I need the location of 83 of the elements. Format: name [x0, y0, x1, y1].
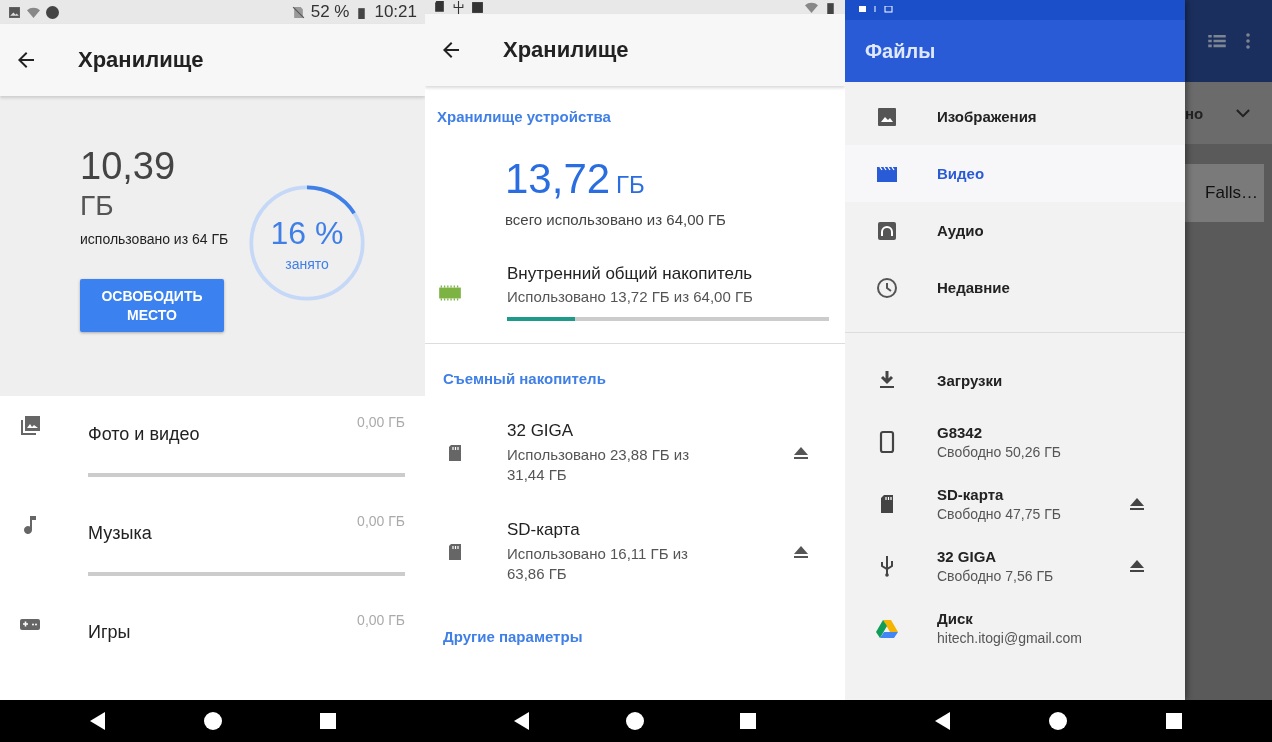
- section-header[interactable]: Другие параметры: [443, 628, 829, 645]
- usage-caption: занято: [285, 255, 329, 272]
- home-icon[interactable]: [1048, 711, 1069, 731]
- screen-title: Хранилище: [78, 47, 204, 73]
- location-detail: Свободно 7,56 ГБ: [937, 568, 1054, 584]
- category-row[interactable]: Музыка 0,00 ГБ: [18, 513, 405, 576]
- category-size: 0,00 ГБ: [357, 414, 405, 430]
- no-sim-icon: [291, 5, 305, 19]
- section-header: Съемный накопитель: [443, 370, 607, 387]
- category-row[interactable]: Игры 0,00 ГБ: [18, 612, 405, 643]
- clock: 10:21: [374, 2, 417, 22]
- wifi-icon: [27, 5, 40, 19]
- usb-icon: [452, 1, 465, 14]
- free-space-button[interactable]: ОСВОБОДИТЬ МЕСТО: [80, 279, 224, 332]
- battery-level: 52 %: [310, 2, 350, 22]
- drawer-item-label: Видео: [937, 165, 985, 182]
- section-header: Хранилище устройства: [437, 108, 612, 125]
- image-icon: [8, 5, 21, 19]
- total-unit: ГБ: [616, 171, 645, 199]
- memory-chip-icon: [437, 283, 463, 302]
- drawer-item[interactable]: Изображения: [845, 88, 1185, 145]
- clock-icon: [875, 275, 899, 300]
- location-name: G8342: [937, 424, 984, 441]
- usage-percent: 16 %: [270, 214, 344, 252]
- removable-volume-row[interactable]: 32 GIGA Использовано 23,88 ГБ из 31,44 ГБ: [443, 421, 829, 486]
- list-view-icon[interactable]: [1208, 34, 1226, 48]
- drawer-title: Файлы: [865, 39, 936, 63]
- location-name: SD-карта: [937, 486, 1005, 503]
- drawer-location[interactable]: Загрузки: [845, 349, 1185, 411]
- volume-usage: Использовано 13,72 ГБ из 64,00 ГБ: [507, 288, 754, 305]
- battery-saver-icon: [46, 5, 59, 19]
- category-name: Фото и видео: [88, 423, 200, 445]
- drawer-location[interactable]: G8342 Свободно 50,26 ГБ: [845, 411, 1185, 473]
- drawer-location[interactable]: 32 GIGA Свободно 7,56 ГБ: [845, 535, 1185, 597]
- location-detail: hitech.itogi@gmail.com: [937, 630, 1082, 646]
- location-detail: Свободно 47,75 ГБ: [937, 506, 1061, 522]
- location-name: Диск: [937, 610, 974, 627]
- volume-name: 32 GIGA: [507, 421, 575, 441]
- eject-icon[interactable]: [793, 544, 809, 559]
- category-name: Игры: [88, 621, 131, 643]
- home-icon[interactable]: [625, 711, 645, 731]
- category-row[interactable]: Фото и видео 0,00 ГБ: [18, 414, 405, 477]
- image-icon: [471, 1, 484, 14]
- location-name: Загрузки: [937, 371, 1003, 389]
- battery-icon: [824, 1, 837, 14]
- more-options-icon[interactable]: [1246, 33, 1250, 49]
- used-amount: 10,39: [80, 146, 177, 188]
- drawer-location[interactable]: Диск hitech.itogi@gmail.com: [845, 597, 1185, 659]
- eject-icon[interactable]: [793, 446, 809, 461]
- drawer-item-label: Недавние: [937, 279, 1010, 296]
- used-unit: ГБ: [80, 189, 115, 222]
- screen-title: Хранилище: [503, 37, 629, 63]
- location-name: 32 GIGA: [937, 548, 998, 565]
- recents-icon[interactable]: [738, 711, 759, 731]
- drawer-item[interactable]: Аудио: [845, 202, 1185, 259]
- used-caption: использовано из 64 ГБ: [80, 229, 230, 249]
- eject-icon[interactable]: [1129, 559, 1145, 573]
- drawer-item[interactable]: Видео: [845, 145, 1185, 202]
- volume-name: Внутренний общий накопитель: [507, 264, 754, 284]
- recents-icon[interactable]: [317, 711, 338, 731]
- volume-name: SD-карта: [507, 519, 581, 540]
- removable-volume-row[interactable]: SD-карта Использовано 16,11 ГБ из 63,86 ГБ: [443, 519, 829, 584]
- drawer-item-label: Аудио: [937, 222, 984, 239]
- drawer-item-label: Изображения: [937, 108, 1037, 125]
- home-icon[interactable]: [202, 711, 223, 731]
- volume-usage: Использовано 16,11 ГБ из 63,86 ГБ: [507, 543, 689, 584]
- drawer-item[interactable]: Недавние: [845, 259, 1185, 316]
- volume-usage: Использовано 23,88 ГБ из 31,44 ГБ: [507, 445, 691, 486]
- file-name: Falls…: [1205, 183, 1258, 203]
- recents-icon[interactable]: [1164, 711, 1185, 731]
- file-card[interactable]: Falls…: [1185, 164, 1264, 222]
- wifi-icon: [805, 1, 818, 14]
- eject-icon[interactable]: [1129, 497, 1145, 511]
- total-used: 13,72: [505, 155, 611, 203]
- storage-volume-row[interactable]: Внутренний общий накопитель Использовано 13,72 ГБ из 64,00 ГБ: [437, 264, 829, 321]
- category-name: Музыка: [88, 522, 152, 544]
- category-size: 0,00 ГБ: [357, 612, 405, 628]
- total-caption: всего использовано из 64,00 ГБ: [505, 211, 727, 228]
- drawer-location[interactable]: SD-карта Свободно 47,75 ГБ: [845, 473, 1185, 535]
- location-detail: Свободно 50,26 ГБ: [937, 444, 1061, 460]
- photo-library-icon: [18, 414, 42, 438]
- chevron-down-icon[interactable]: [1236, 108, 1250, 118]
- category-size: 0,00 ГБ: [357, 513, 405, 529]
